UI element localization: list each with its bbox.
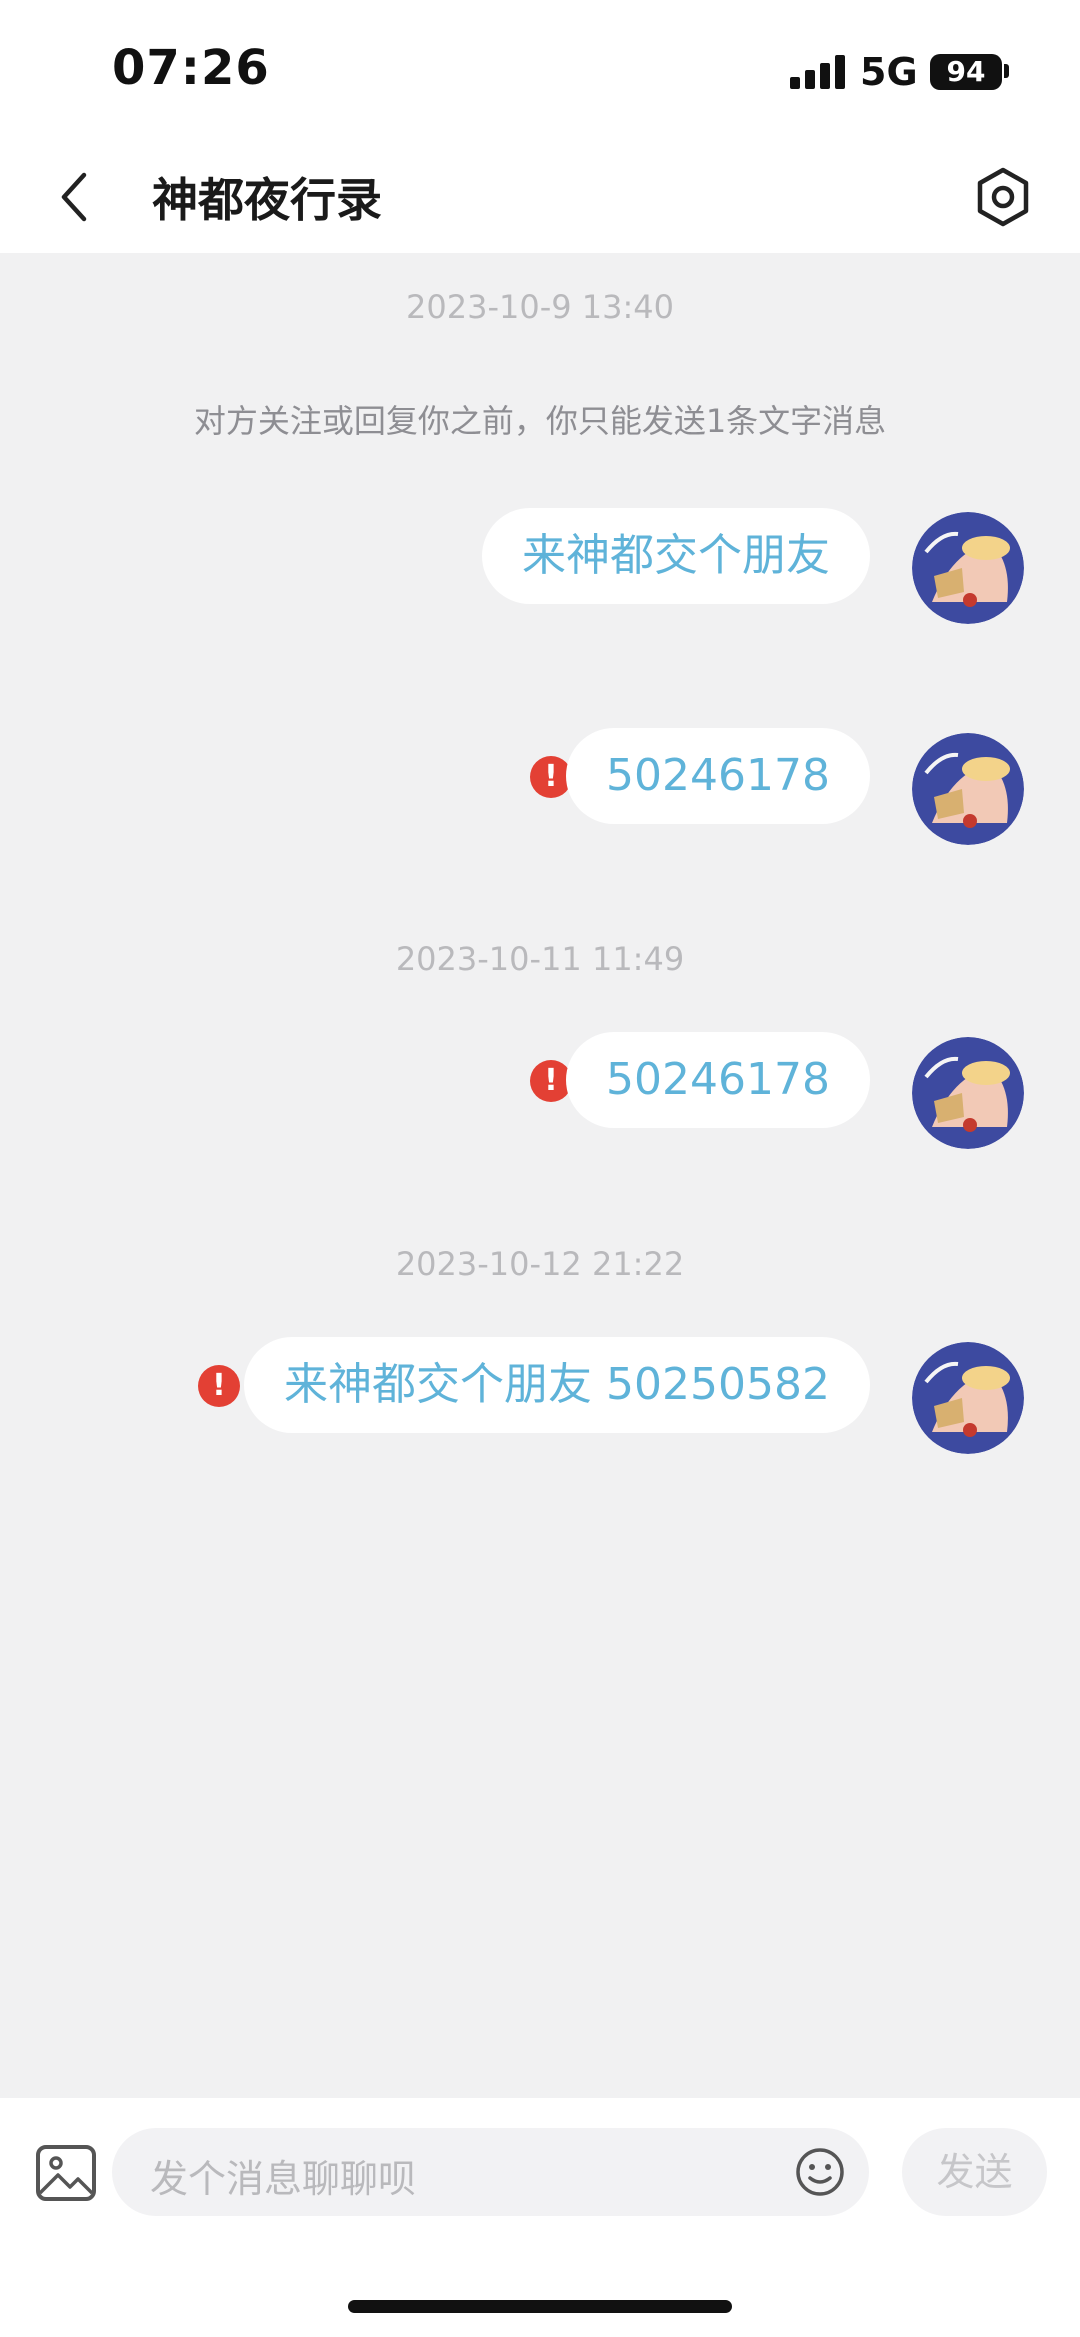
status-time: 07:26: [112, 40, 270, 96]
status-bar: 07:26 5G 94: [0, 0, 1080, 140]
input-placeholder: 发个消息聊聊呗: [150, 2157, 417, 2201]
send-failed-icon[interactable]: !: [198, 1365, 240, 1407]
emoji-button[interactable]: [794, 2146, 846, 2198]
message-bubble[interactable]: 来神都交个朋友: [482, 508, 870, 604]
timestamp: 2023-10-11 11:49: [395, 940, 685, 978]
image-picker-button[interactable]: [34, 2143, 98, 2203]
home-indicator: [348, 2300, 732, 2313]
page-title: 神都夜行录: [152, 173, 382, 227]
timestamp: 2023-10-9 13:40: [406, 288, 674, 326]
hexagon-settings-icon: [977, 167, 1029, 227]
avatar[interactable]: [912, 733, 1024, 845]
back-button[interactable]: [48, 160, 108, 230]
image-icon: [36, 2145, 96, 2201]
message-input[interactable]: 发个消息聊聊呗: [112, 2128, 869, 2216]
settings-button[interactable]: [970, 162, 1036, 232]
signal-icon: [790, 55, 846, 89]
chevron-left-icon: [61, 172, 87, 222]
emoji-icon: [796, 2148, 844, 2196]
message-bubble[interactable]: 来神都交个朋友 50250582: [244, 1337, 870, 1433]
message-bubble[interactable]: 50246178: [566, 1032, 870, 1128]
battery-icon: 94: [930, 54, 1002, 90]
network-type: 5G: [860, 50, 918, 94]
avatar[interactable]: [912, 1342, 1024, 1454]
avatar[interactable]: [912, 512, 1024, 624]
system-notice: 对方关注或回复你之前，你只能发送1条文字消息: [193, 402, 887, 440]
timestamp: 2023-10-12 21:22: [395, 1245, 685, 1283]
avatar[interactable]: [912, 1037, 1024, 1149]
send-button[interactable]: 发送: [902, 2128, 1047, 2216]
message-bubble[interactable]: 50246178: [566, 728, 870, 824]
chat-header: 神都夜行录: [0, 140, 1080, 253]
battery-tip: [1004, 64, 1009, 78]
